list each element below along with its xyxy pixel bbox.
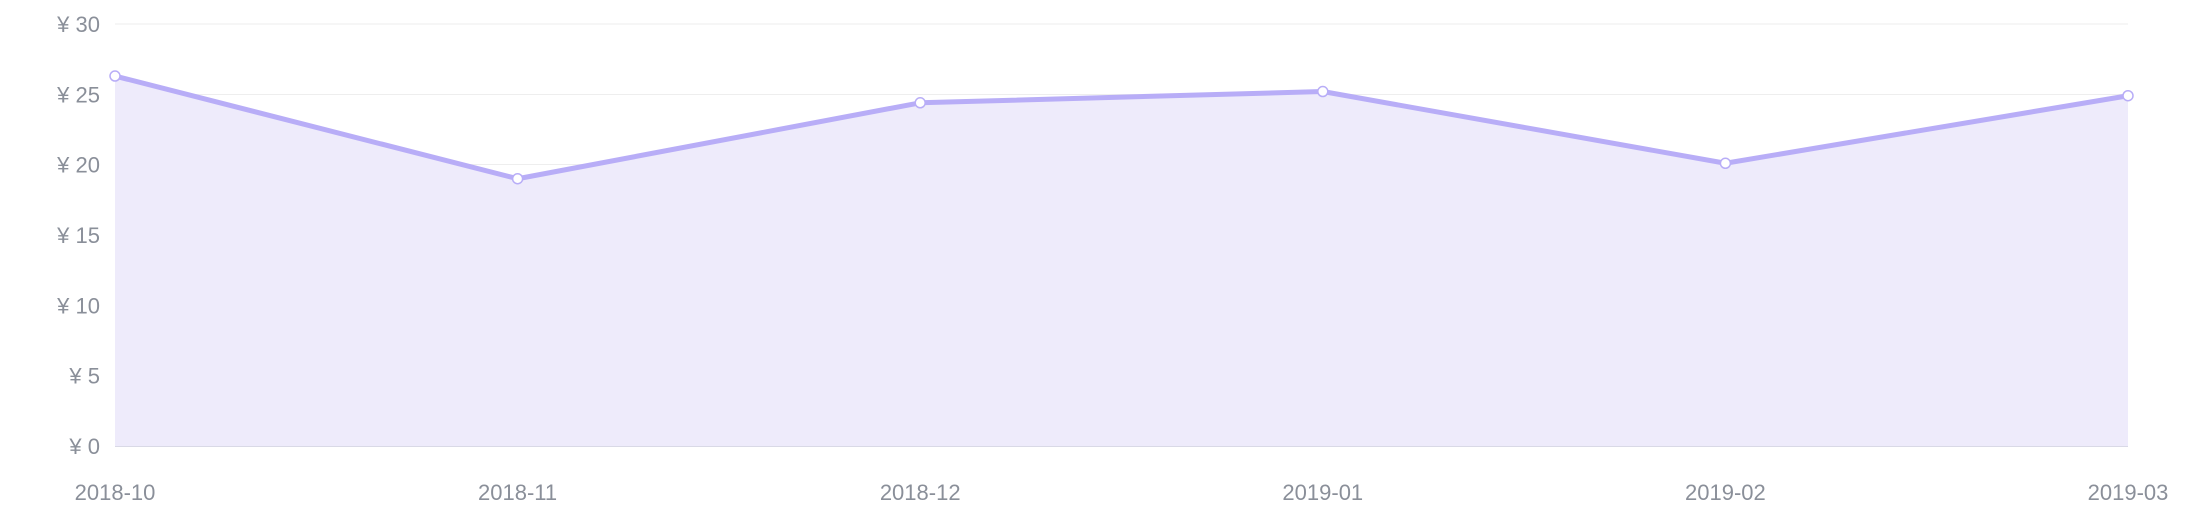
x-tick-label: 2018-10 xyxy=(75,480,156,505)
chart-container: ¥ 0 ¥ 5 ¥ 10 ¥ 15 ¥ 20 ¥ 25 ¥ 30 2018-10 2018-1… xyxy=(0,0,2202,520)
data-point-2018-11 xyxy=(511,172,524,185)
x-tick-label: 2019-02 xyxy=(1685,480,1766,505)
y-axis-ticks: ¥ 0 ¥ 5 ¥ 10 ¥ 15 ¥ 20 ¥ 25 ¥ 30 xyxy=(56,12,100,459)
y-tick-label: ¥ 20 xyxy=(56,153,100,178)
y-tick-label: ¥ 25 xyxy=(56,82,100,107)
x-axis-ticks: 2018-10 2018-11 2018-12 2019-01 2019-02 2019-… xyxy=(75,480,2169,505)
y-tick-label: ¥ 5 xyxy=(68,364,100,389)
x-tick-label: 2018-12 xyxy=(880,480,961,505)
area-layer xyxy=(115,76,2128,447)
x-tick-label: 2019-01 xyxy=(1282,480,1363,505)
area-chart: ¥ 0¥ 5¥ 10¥ 15¥ 20¥ 25¥ 30 2018-10 2018-1… xyxy=(56,12,2169,505)
x-tick-label: 2019-03 xyxy=(2088,480,2169,505)
x-tick-label: 2018-11 xyxy=(478,480,557,505)
data-point-2019-03 xyxy=(2122,89,2134,102)
y-tick-label: ¥ 0 xyxy=(68,434,100,459)
data-point-2019-02 xyxy=(1719,157,1732,170)
y-tick-label: ¥ 15 xyxy=(56,223,100,248)
y-tick-label: ¥ 10 xyxy=(56,293,100,318)
series-area xyxy=(115,76,2128,447)
data-point-2018-10 xyxy=(109,70,121,82)
y-tick-label: ¥ 30 xyxy=(56,12,100,37)
data-point-2019-01 xyxy=(1317,85,1329,98)
data-point-2018-12 xyxy=(914,97,926,109)
